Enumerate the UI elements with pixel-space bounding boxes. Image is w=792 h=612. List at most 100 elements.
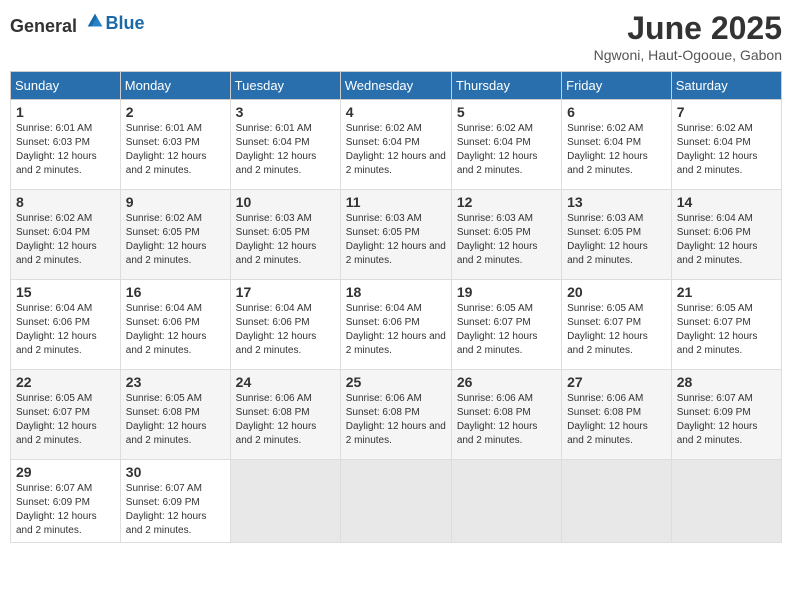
- day-info: Sunrise: 6:04 AM Sunset: 6:06 PM Dayligh…: [677, 213, 758, 266]
- day-number: 15: [16, 284, 115, 300]
- day-info: Sunrise: 6:03 AM Sunset: 6:05 PM Dayligh…: [567, 213, 648, 266]
- day-number: 26: [457, 374, 556, 390]
- day-info: Sunrise: 6:04 AM Sunset: 6:06 PM Dayligh…: [16, 303, 97, 356]
- calendar-cell: 22 Sunrise: 6:05 AM Sunset: 6:07 PM Dayl…: [11, 370, 121, 460]
- calendar-cell: [230, 460, 340, 543]
- calendar-cell: 17 Sunrise: 6:04 AM Sunset: 6:06 PM Dayl…: [230, 280, 340, 370]
- header-friday: Friday: [562, 72, 672, 100]
- calendar-cell: 6 Sunrise: 6:02 AM Sunset: 6:04 PM Dayli…: [562, 100, 672, 190]
- calendar-cell: 20 Sunrise: 6:05 AM Sunset: 6:07 PM Dayl…: [562, 280, 672, 370]
- day-number: 9: [126, 194, 225, 210]
- calendar-cell: 21 Sunrise: 6:05 AM Sunset: 6:07 PM Dayl…: [671, 280, 781, 370]
- calendar-cell: 5 Sunrise: 6:02 AM Sunset: 6:04 PM Dayli…: [451, 100, 561, 190]
- calendar-cell: 23 Sunrise: 6:05 AM Sunset: 6:08 PM Dayl…: [120, 370, 230, 460]
- header-tuesday: Tuesday: [230, 72, 340, 100]
- calendar-cell: 19 Sunrise: 6:05 AM Sunset: 6:07 PM Dayl…: [451, 280, 561, 370]
- day-info: Sunrise: 6:02 AM Sunset: 6:05 PM Dayligh…: [126, 213, 207, 266]
- header-row: SundayMondayTuesdayWednesdayThursdayFrid…: [11, 72, 782, 100]
- day-info: Sunrise: 6:03 AM Sunset: 6:05 PM Dayligh…: [346, 213, 446, 266]
- location-title: Ngwoni, Haut-Ogooue, Gabon: [594, 47, 782, 63]
- page-header: General Blue June 2025 Ngwoni, Haut-Ogoo…: [10, 10, 782, 63]
- day-number: 7: [677, 104, 776, 120]
- month-title: June 2025: [594, 10, 782, 47]
- day-number: 1: [16, 104, 115, 120]
- day-number: 21: [677, 284, 776, 300]
- day-info: Sunrise: 6:05 AM Sunset: 6:07 PM Dayligh…: [16, 393, 97, 446]
- day-info: Sunrise: 6:06 AM Sunset: 6:08 PM Dayligh…: [346, 393, 446, 446]
- calendar-cell: [340, 460, 451, 543]
- day-number: 30: [126, 464, 225, 480]
- day-number: 10: [236, 194, 335, 210]
- day-number: 17: [236, 284, 335, 300]
- calendar-cell: 11 Sunrise: 6:03 AM Sunset: 6:05 PM Dayl…: [340, 190, 451, 280]
- calendar-cell: 12 Sunrise: 6:03 AM Sunset: 6:05 PM Dayl…: [451, 190, 561, 280]
- calendar-cell: 10 Sunrise: 6:03 AM Sunset: 6:05 PM Dayl…: [230, 190, 340, 280]
- day-info: Sunrise: 6:05 AM Sunset: 6:07 PM Dayligh…: [567, 303, 648, 356]
- day-number: 16: [126, 284, 225, 300]
- header-wednesday: Wednesday: [340, 72, 451, 100]
- day-number: 20: [567, 284, 666, 300]
- day-number: 22: [16, 374, 115, 390]
- week-row-5: 29 Sunrise: 6:07 AM Sunset: 6:09 PM Dayl…: [11, 460, 782, 543]
- header-thursday: Thursday: [451, 72, 561, 100]
- day-number: 27: [567, 374, 666, 390]
- day-info: Sunrise: 6:02 AM Sunset: 6:04 PM Dayligh…: [567, 123, 648, 176]
- day-number: 2: [126, 104, 225, 120]
- calendar-cell: 15 Sunrise: 6:04 AM Sunset: 6:06 PM Dayl…: [11, 280, 121, 370]
- day-number: 6: [567, 104, 666, 120]
- day-number: 4: [346, 104, 446, 120]
- day-info: Sunrise: 6:03 AM Sunset: 6:05 PM Dayligh…: [236, 213, 317, 266]
- week-row-4: 22 Sunrise: 6:05 AM Sunset: 6:07 PM Dayl…: [11, 370, 782, 460]
- logo-icon: [84, 10, 106, 32]
- day-info: Sunrise: 6:02 AM Sunset: 6:04 PM Dayligh…: [457, 123, 538, 176]
- calendar-cell: 16 Sunrise: 6:04 AM Sunset: 6:06 PM Dayl…: [120, 280, 230, 370]
- calendar-cell: 4 Sunrise: 6:02 AM Sunset: 6:04 PM Dayli…: [340, 100, 451, 190]
- day-number: 12: [457, 194, 556, 210]
- calendar-cell: 14 Sunrise: 6:04 AM Sunset: 6:06 PM Dayl…: [671, 190, 781, 280]
- day-number: 28: [677, 374, 776, 390]
- day-number: 5: [457, 104, 556, 120]
- day-info: Sunrise: 6:03 AM Sunset: 6:05 PM Dayligh…: [457, 213, 538, 266]
- calendar-cell: 28 Sunrise: 6:07 AM Sunset: 6:09 PM Dayl…: [671, 370, 781, 460]
- day-info: Sunrise: 6:06 AM Sunset: 6:08 PM Dayligh…: [567, 393, 648, 446]
- day-info: Sunrise: 6:07 AM Sunset: 6:09 PM Dayligh…: [16, 483, 97, 536]
- day-number: 29: [16, 464, 115, 480]
- day-info: Sunrise: 6:05 AM Sunset: 6:07 PM Dayligh…: [457, 303, 538, 356]
- calendar-cell: 25 Sunrise: 6:06 AM Sunset: 6:08 PM Dayl…: [340, 370, 451, 460]
- day-number: 8: [16, 194, 115, 210]
- calendar-cell: 1 Sunrise: 6:01 AM Sunset: 6:03 PM Dayli…: [11, 100, 121, 190]
- week-row-1: 1 Sunrise: 6:01 AM Sunset: 6:03 PM Dayli…: [11, 100, 782, 190]
- calendar-cell: 3 Sunrise: 6:01 AM Sunset: 6:04 PM Dayli…: [230, 100, 340, 190]
- calendar-cell: 13 Sunrise: 6:03 AM Sunset: 6:05 PM Dayl…: [562, 190, 672, 280]
- logo-blue: Blue: [106, 13, 145, 33]
- header-saturday: Saturday: [671, 72, 781, 100]
- day-number: 13: [567, 194, 666, 210]
- calendar-cell: 7 Sunrise: 6:02 AM Sunset: 6:04 PM Dayli…: [671, 100, 781, 190]
- logo-general: General: [10, 16, 77, 36]
- day-info: Sunrise: 6:05 AM Sunset: 6:08 PM Dayligh…: [126, 393, 207, 446]
- day-info: Sunrise: 6:04 AM Sunset: 6:06 PM Dayligh…: [346, 303, 446, 356]
- day-info: Sunrise: 6:04 AM Sunset: 6:06 PM Dayligh…: [126, 303, 207, 356]
- logo: General Blue: [10, 10, 145, 37]
- header-monday: Monday: [120, 72, 230, 100]
- day-info: Sunrise: 6:05 AM Sunset: 6:07 PM Dayligh…: [677, 303, 758, 356]
- day-number: 11: [346, 194, 446, 210]
- calendar-cell: 9 Sunrise: 6:02 AM Sunset: 6:05 PM Dayli…: [120, 190, 230, 280]
- calendar-cell: [562, 460, 672, 543]
- day-info: Sunrise: 6:06 AM Sunset: 6:08 PM Dayligh…: [457, 393, 538, 446]
- day-info: Sunrise: 6:01 AM Sunset: 6:03 PM Dayligh…: [16, 123, 97, 176]
- day-number: 18: [346, 284, 446, 300]
- day-info: Sunrise: 6:04 AM Sunset: 6:06 PM Dayligh…: [236, 303, 317, 356]
- day-info: Sunrise: 6:06 AM Sunset: 6:08 PM Dayligh…: [236, 393, 317, 446]
- day-info: Sunrise: 6:02 AM Sunset: 6:04 PM Dayligh…: [677, 123, 758, 176]
- day-info: Sunrise: 6:02 AM Sunset: 6:04 PM Dayligh…: [346, 123, 446, 176]
- calendar-table: SundayMondayTuesdayWednesdayThursdayFrid…: [10, 71, 782, 543]
- day-info: Sunrise: 6:07 AM Sunset: 6:09 PM Dayligh…: [677, 393, 758, 446]
- calendar-cell: 30 Sunrise: 6:07 AM Sunset: 6:09 PM Dayl…: [120, 460, 230, 543]
- day-info: Sunrise: 6:07 AM Sunset: 6:09 PM Dayligh…: [126, 483, 207, 536]
- day-number: 3: [236, 104, 335, 120]
- calendar-cell: [671, 460, 781, 543]
- week-row-3: 15 Sunrise: 6:04 AM Sunset: 6:06 PM Dayl…: [11, 280, 782, 370]
- calendar-cell: 18 Sunrise: 6:04 AM Sunset: 6:06 PM Dayl…: [340, 280, 451, 370]
- header-sunday: Sunday: [11, 72, 121, 100]
